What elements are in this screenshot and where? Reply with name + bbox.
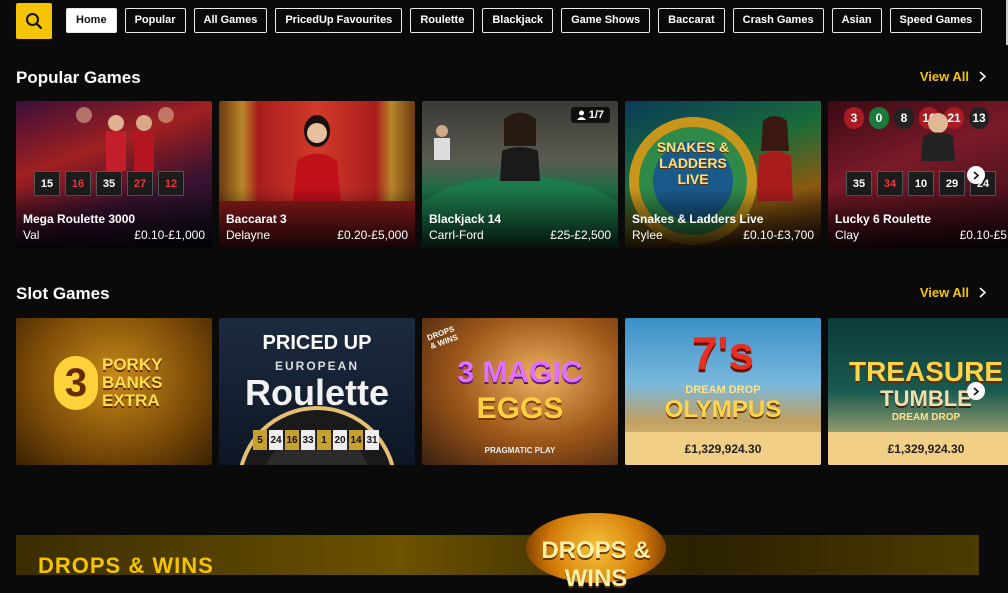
bet-limits: £0.10-£3,700 bbox=[743, 228, 814, 242]
tab-baccarat[interactable]: Baccarat bbox=[658, 8, 725, 33]
tab-speed-games[interactable]: Speed Games bbox=[889, 8, 983, 33]
slot-card-porky-banks[interactable]: 3 PORKY BANKS EXTRA bbox=[16, 318, 212, 465]
banner-logo: DROPS & WINS bbox=[526, 513, 666, 592]
dealer-name: Val bbox=[23, 228, 40, 242]
seats-badge: 1/7 bbox=[570, 107, 610, 123]
drops-wins-badge: DROPS & WINS bbox=[425, 324, 460, 351]
seats-count: 1/7 bbox=[588, 109, 604, 121]
game-name: Baccarat 3 bbox=[226, 212, 287, 226]
provider-label: PRAGMATIC PLAY bbox=[484, 446, 556, 455]
tab-popular[interactable]: Popular bbox=[124, 8, 186, 33]
dealer-name: Delayne bbox=[226, 228, 271, 242]
view-all-label: View All bbox=[919, 69, 969, 84]
slot-games-title: Slot Games bbox=[16, 284, 110, 303]
chevron-right-icon bbox=[973, 386, 979, 396]
logo-words: PORKY BANKS EXTRA bbox=[102, 356, 162, 410]
logo-number: 3 bbox=[54, 356, 98, 410]
jackpot-amount: £1,329,924.30 bbox=[625, 432, 821, 465]
game-name: Blackjack 14 bbox=[429, 212, 502, 226]
wheel-numbers: 5 24 16 33 1 20 14 31 bbox=[253, 430, 379, 450]
logo-tag: DREAM DROP bbox=[891, 412, 961, 423]
game-name: Lucky 6 Roulette bbox=[835, 212, 932, 226]
bet-limits: £0.20-£5,000 bbox=[337, 228, 408, 242]
logo-title: 3 MAGIC bbox=[457, 356, 583, 389]
user-icon bbox=[576, 110, 586, 120]
slot-card-olympus[interactable]: 7's DREAM DROP OLYMPUS £1,329,924.30 bbox=[625, 318, 821, 465]
logo-title: OLYMPUS bbox=[664, 396, 782, 423]
wheel-number: 33 bbox=[301, 430, 315, 450]
logo-line: EXTRA bbox=[102, 391, 160, 410]
bet-limits: £0.10-£5,0 bbox=[959, 228, 1008, 242]
logo-subtitle: EGGS bbox=[476, 392, 564, 425]
slots-next-button[interactable] bbox=[967, 382, 985, 400]
popular-games-row: 15 16 35 27 12 Mega Roulette 3000 Val £0… bbox=[16, 101, 1008, 248]
bet-limits: £25-£2,500 bbox=[550, 228, 611, 242]
game-logo-text: SNAKES & LADDERS LIVE bbox=[643, 139, 743, 187]
search-icon bbox=[26, 13, 43, 30]
tab-game-shows[interactable]: Game Shows bbox=[561, 8, 651, 33]
game-logo: 3 PORKY BANKS EXTRA bbox=[54, 356, 162, 410]
popular-games-title: Popular Games bbox=[16, 68, 141, 87]
jackpot-amount: £1,329,924.30 bbox=[828, 432, 1008, 465]
top-nav: Home Popular All Games PricedUp Favourit… bbox=[16, 3, 1008, 39]
dealer-name: Carrl-Ford bbox=[429, 228, 484, 242]
wheel-number: 24 bbox=[269, 430, 283, 450]
slot-card-3-magic-eggs[interactable]: DROPS & WINS 3 MAGIC EGGS PRAGMATIC PLAY bbox=[422, 318, 618, 465]
tab-home[interactable]: Home bbox=[66, 8, 117, 33]
tab-roulette[interactable]: Roulette bbox=[410, 8, 475, 33]
slots-view-all-link[interactable]: View All bbox=[920, 285, 986, 300]
view-all-label: View All bbox=[919, 285, 969, 300]
slot-games-row: 3 PORKY BANKS EXTRA PRICED UP EUROPEAN R… bbox=[16, 318, 1008, 465]
logo-line: PORKY bbox=[102, 355, 163, 374]
chevron-right-icon bbox=[973, 170, 979, 180]
game-name: Mega Roulette 3000 bbox=[23, 212, 136, 226]
tab-blackjack[interactable]: Blackjack bbox=[482, 8, 554, 33]
tab-crash-games[interactable]: Crash Games bbox=[732, 8, 824, 33]
wheel-number: 20 bbox=[333, 430, 347, 450]
game-card-mega-roulette[interactable]: 15 16 35 27 12 Mega Roulette 3000 Val £0… bbox=[16, 101, 212, 248]
dealer-name: Clay bbox=[835, 228, 860, 242]
search-button[interactable] bbox=[16, 3, 52, 39]
logo-line: BANKS bbox=[102, 373, 163, 392]
category-tabs: Home Popular All Games PricedUp Favourit… bbox=[66, 8, 983, 33]
logo-subtitle: DREAM DROP bbox=[685, 384, 761, 396]
game-card-snakes-ladders[interactable]: SNAKES & LADDERS LIVE Snakes & Ladders L… bbox=[625, 101, 821, 248]
wheel-number: 14 bbox=[349, 430, 363, 450]
tab-pricedup-favourites[interactable]: PricedUp Favourites bbox=[275, 8, 403, 33]
dealer-name: Rylee bbox=[632, 228, 663, 242]
wheel-number: 31 bbox=[365, 430, 379, 450]
tab-asian[interactable]: Asian bbox=[831, 8, 882, 33]
game-name: Snakes & Ladders Live bbox=[632, 212, 764, 226]
popular-view-all-link[interactable]: View All bbox=[920, 69, 986, 84]
logo-number: 7's bbox=[691, 327, 755, 379]
wheel-number: 5 bbox=[253, 430, 267, 450]
chevron-right-icon bbox=[979, 71, 986, 82]
popular-next-button[interactable] bbox=[967, 166, 985, 184]
drops-wins-banner[interactable]: DROPS & WINS DROPS & WINS bbox=[16, 513, 979, 592]
wheel-number: 1 bbox=[317, 430, 331, 450]
tab-all-games[interactable]: All Games bbox=[193, 8, 268, 33]
banner-title: DROPS & WINS bbox=[38, 553, 214, 578]
chevron-right-icon bbox=[979, 287, 986, 298]
game-logo-label: SNAKES & LADDERS LIVE bbox=[656, 139, 730, 187]
game-card-blackjack-14[interactable]: 1/7 Blackjack 14 Carrl-Ford £25-£2,500 bbox=[422, 101, 618, 248]
wheel-number: 16 bbox=[285, 430, 299, 450]
slot-card-european-roulette[interactable]: PRICED UP EUROPEAN Roulette 5 24 16 33 1… bbox=[219, 318, 415, 465]
game-card-baccarat-3[interactable]: Baccarat 3 Delayne £0.20-£5,000 bbox=[219, 101, 415, 248]
banner-logo-text: DROPS & WINS bbox=[541, 537, 651, 592]
bet-limits: £0.10-£1,000 bbox=[134, 228, 205, 242]
